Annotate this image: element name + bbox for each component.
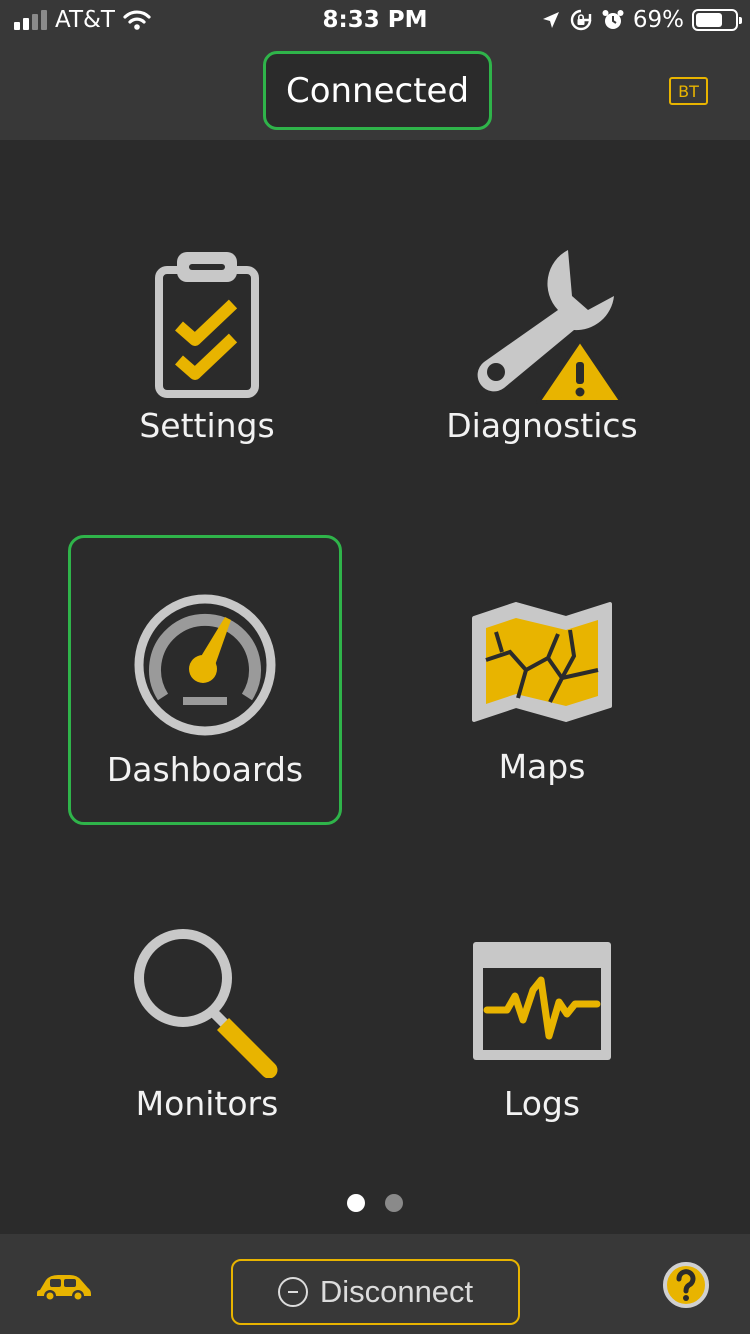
battery-fill (696, 13, 723, 27)
battery-icon (692, 9, 742, 31)
page-indicator (0, 1194, 750, 1212)
menu-label-maps: Maps (498, 747, 586, 786)
page-dot-1[interactable] (347, 1194, 365, 1212)
car-icon[interactable] (36, 1272, 92, 1302)
menu-tile-dashboards[interactable]: Dashboards (68, 535, 342, 825)
disconnect-icon (277, 1277, 308, 1307)
disconnect-label: Disconnect (319, 1274, 474, 1309)
help-icon[interactable] (662, 1261, 710, 1309)
bottom-bar: Disconnect (0, 1234, 750, 1334)
location-arrow-icon (542, 12, 559, 28)
battery-percent: 69% (632, 7, 684, 33)
status-bar: AT&T 8:33 PM 69% (0, 0, 750, 40)
rotation-lock-icon (570, 9, 592, 31)
menu-tile-diagnostics[interactable]: Diagnostics (405, 206, 679, 496)
menu-label-monitors: Monitors (135, 1084, 279, 1123)
menu-label-dashboards: Dashboards (106, 750, 304, 789)
connection-status[interactable]: Connected (263, 51, 492, 130)
status-right: 69% (541, 6, 742, 34)
clipboard-checklist-icon (155, 252, 259, 398)
wrench-warning-icon (477, 250, 622, 404)
menu-tile-maps[interactable]: Maps (405, 535, 679, 825)
bluetooth-badge[interactable]: BT (669, 77, 708, 105)
page-dot-2[interactable] (385, 1194, 403, 1212)
log-waveform-icon (473, 942, 611, 1060)
menu-tile-monitors[interactable]: Monitors (70, 870, 344, 1160)
alarm-icon (602, 10, 624, 29)
app-header: Connected BT (0, 40, 750, 140)
menu-label-logs: Logs (503, 1084, 581, 1123)
menu-tile-settings[interactable]: Settings (70, 206, 344, 496)
menu-label-settings: Settings (139, 406, 275, 445)
disconnect-button[interactable]: Disconnect (231, 1259, 520, 1325)
menu-tile-logs[interactable]: Logs (405, 870, 679, 1160)
magnifier-icon (134, 929, 278, 1078)
map-icon (472, 602, 612, 722)
speedometer-icon (134, 594, 276, 736)
menu-label-diagnostics: Diagnostics (446, 406, 638, 445)
